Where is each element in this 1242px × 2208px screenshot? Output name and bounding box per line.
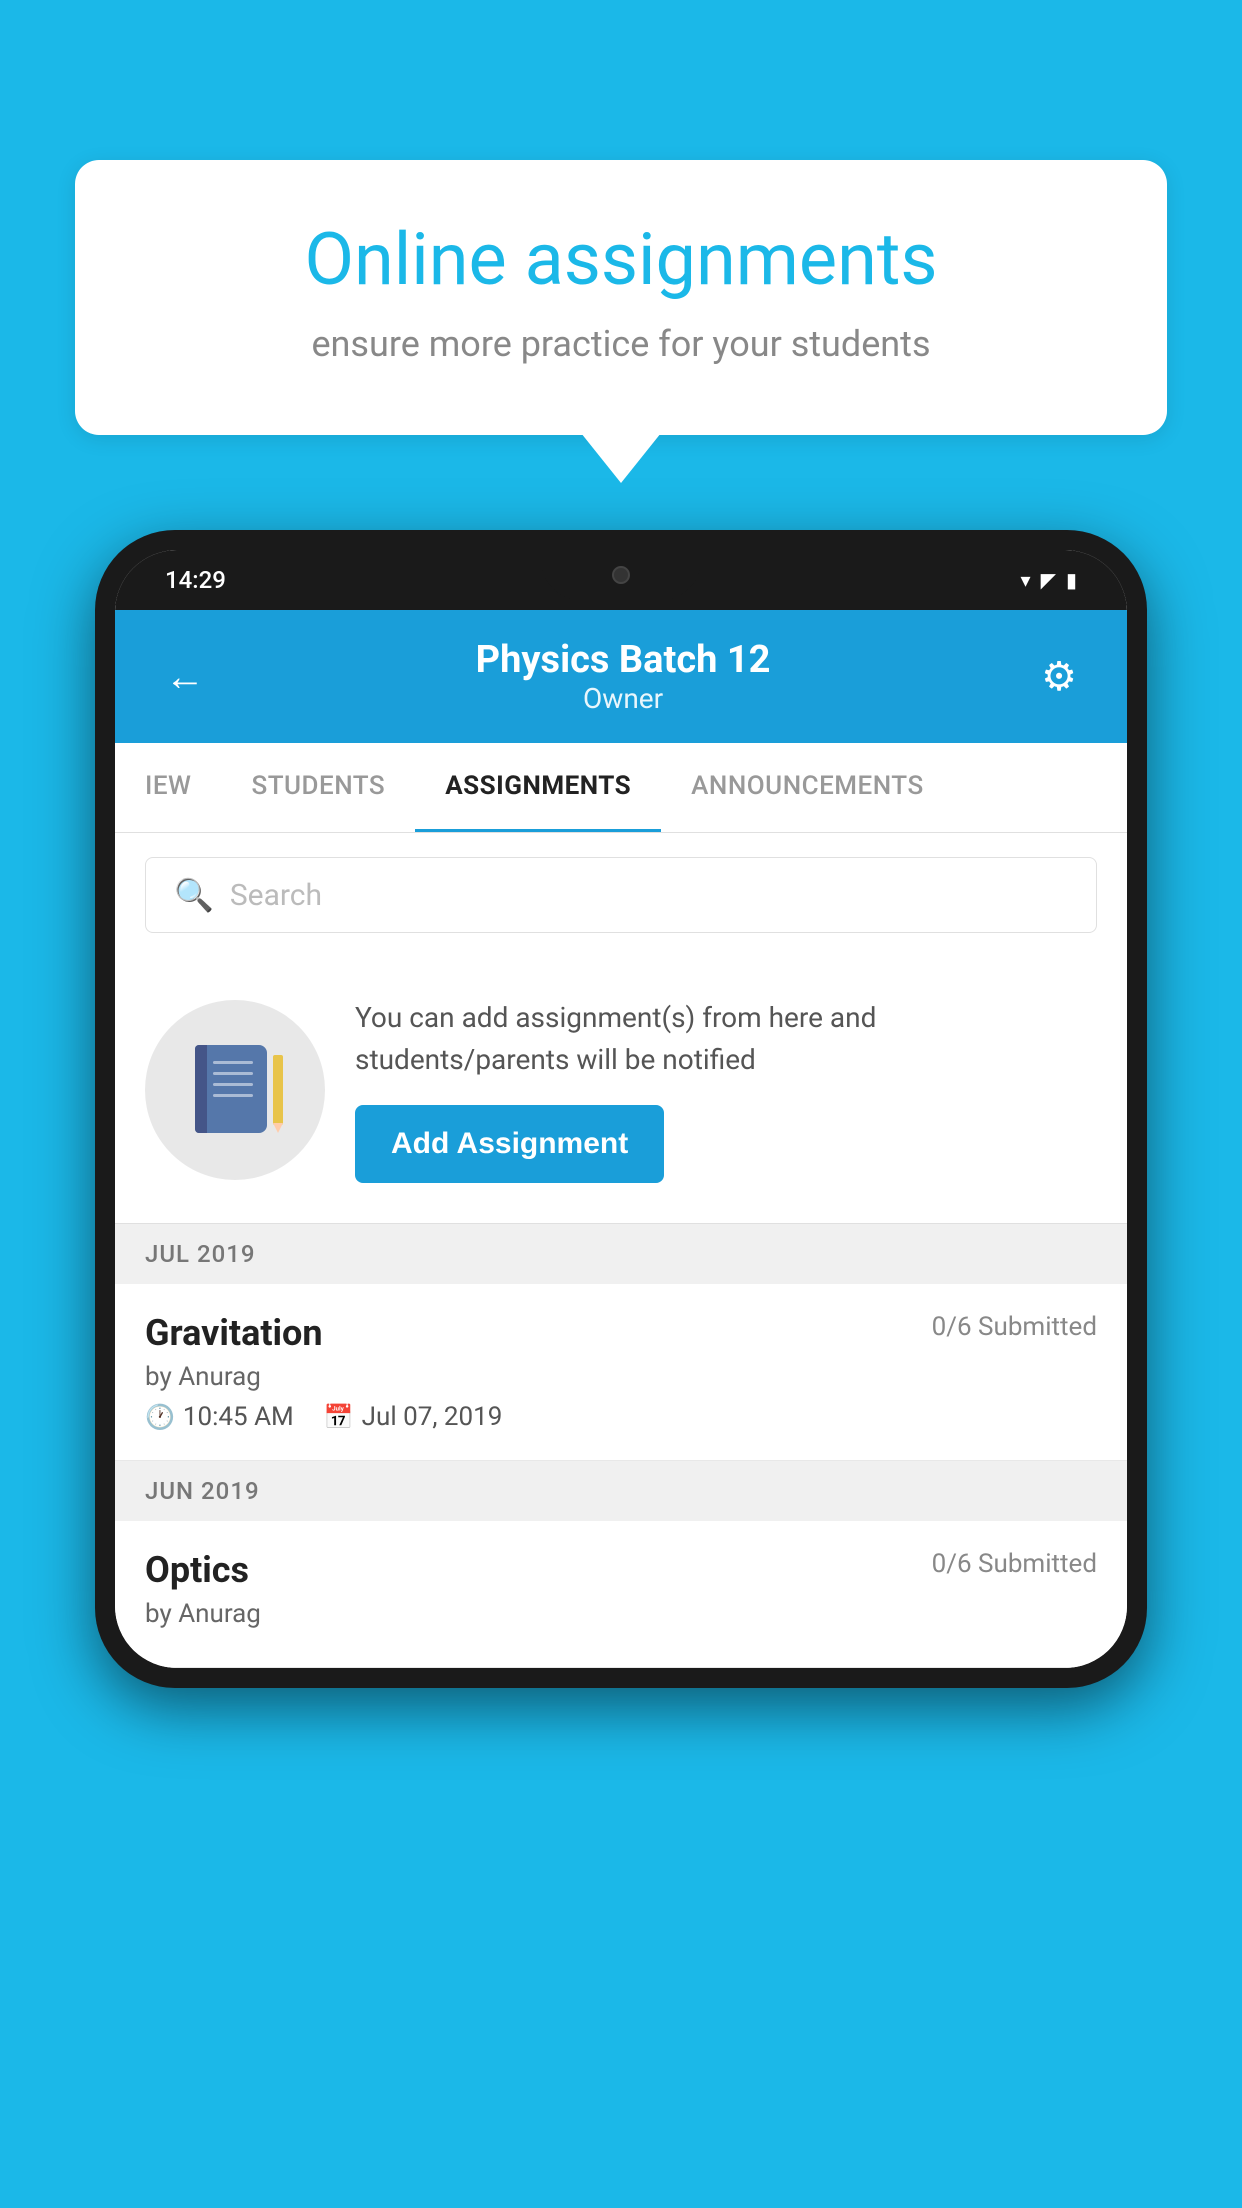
notebook-spine (195, 1045, 207, 1133)
notebook-line (213, 1072, 253, 1075)
assignment-top-optics: Optics 0/6 Submitted (145, 1549, 1097, 1591)
battery-icon: ▮ (1066, 568, 1077, 592)
promo-content: You can add assignment(s) from here and … (355, 997, 1097, 1183)
section-month-jun: JUN 2019 (145, 1477, 260, 1505)
tab-iew[interactable]: IEW (115, 743, 221, 832)
section-month-jul: JUL 2019 (145, 1240, 256, 1268)
assignment-date-text: Jul 07, 2019 (362, 1402, 503, 1432)
header-center: Physics Batch 12 Owner (205, 638, 1041, 715)
assignment-meta-gravitation: 🕐 10:45 AM 📅 Jul 07, 2019 (145, 1402, 1097, 1432)
tabs-container: IEW STUDENTS ASSIGNMENTS ANNOUNCEMENTS (115, 743, 1127, 833)
assignment-title-optics: Optics (145, 1549, 249, 1591)
assignment-submitted-gravitation: 0/6 Submitted (932, 1312, 1097, 1342)
speech-bubble-subtitle: ensure more practice for your students (145, 323, 1097, 365)
header-title: Physics Batch 12 (205, 638, 1041, 682)
search-box[interactable]: 🔍 Search (145, 857, 1097, 933)
notebook-line (213, 1061, 253, 1064)
camera (612, 566, 630, 584)
section-header-jul: JUL 2019 (115, 1224, 1127, 1284)
section-header-jun: JUN 2019 (115, 1461, 1127, 1521)
speech-bubble-title: Online assignments (145, 220, 1097, 299)
promo-section: You can add assignment(s) from here and … (115, 957, 1127, 1224)
tab-announcements[interactable]: ANNOUNCEMENTS (661, 743, 954, 832)
assignment-author-gravitation: by Anurag (145, 1362, 1097, 1392)
assignment-top: Gravitation 0/6 Submitted (145, 1312, 1097, 1354)
speech-bubble: Online assignments ensure more practice … (75, 160, 1167, 435)
search-container: 🔍 Search (115, 833, 1127, 957)
signal-icon: ◤ (1041, 568, 1056, 592)
tab-students[interactable]: STUDENTS (221, 743, 415, 832)
add-assignment-button[interactable]: Add Assignment (355, 1105, 664, 1183)
status-bar: 14:29 ▾ ◤ ▮ (115, 550, 1127, 610)
assignment-item-gravitation[interactable]: Gravitation 0/6 Submitted by Anurag 🕐 10… (115, 1284, 1127, 1461)
header-subtitle: Owner (205, 682, 1041, 715)
assignment-time: 🕐 10:45 AM (145, 1402, 294, 1432)
notebook-lines (213, 1061, 253, 1097)
assignment-date: 📅 Jul 07, 2019 (324, 1402, 503, 1432)
notebook-icon (195, 1045, 275, 1135)
notebook-line (213, 1083, 253, 1086)
notebook-body (195, 1045, 267, 1133)
promo-description: You can add assignment(s) from here and … (355, 997, 1097, 1081)
assignment-item-optics[interactable]: Optics 0/6 Submitted by Anurag (115, 1521, 1127, 1668)
status-time: 14:29 (165, 566, 226, 594)
clock-icon: 🕐 (145, 1403, 175, 1431)
tab-assignments[interactable]: ASSIGNMENTS (415, 743, 661, 832)
phone: 14:29 ▾ ◤ ▮ ← Physics Batch 12 Owner ⚙ (95, 530, 1147, 1688)
phone-container: 14:29 ▾ ◤ ▮ ← Physics Batch 12 Owner ⚙ (95, 530, 1147, 1688)
assignment-author-optics: by Anurag (145, 1599, 1097, 1629)
search-icon: 🔍 (174, 876, 214, 914)
status-icons: ▾ ◤ ▮ (1021, 568, 1077, 592)
search-placeholder-text: Search (230, 878, 322, 913)
back-button[interactable]: ← (165, 657, 205, 697)
wifi-icon: ▾ (1021, 568, 1031, 592)
app-header: ← Physics Batch 12 Owner ⚙ (115, 610, 1127, 743)
promo-icon-circle (145, 1000, 325, 1180)
calendar-icon: 📅 (324, 1403, 354, 1431)
speech-bubble-container: Online assignments ensure more practice … (75, 160, 1167, 435)
notebook-line (213, 1094, 253, 1097)
assignment-title-gravitation: Gravitation (145, 1312, 323, 1354)
notch (541, 550, 701, 600)
pencil-icon (273, 1055, 283, 1125)
assignment-submitted-optics: 0/6 Submitted (932, 1549, 1097, 1579)
phone-screen: 14:29 ▾ ◤ ▮ ← Physics Batch 12 Owner ⚙ (115, 550, 1127, 1668)
settings-icon[interactable]: ⚙ (1041, 653, 1077, 700)
assignment-time-text: 10:45 AM (183, 1402, 294, 1432)
